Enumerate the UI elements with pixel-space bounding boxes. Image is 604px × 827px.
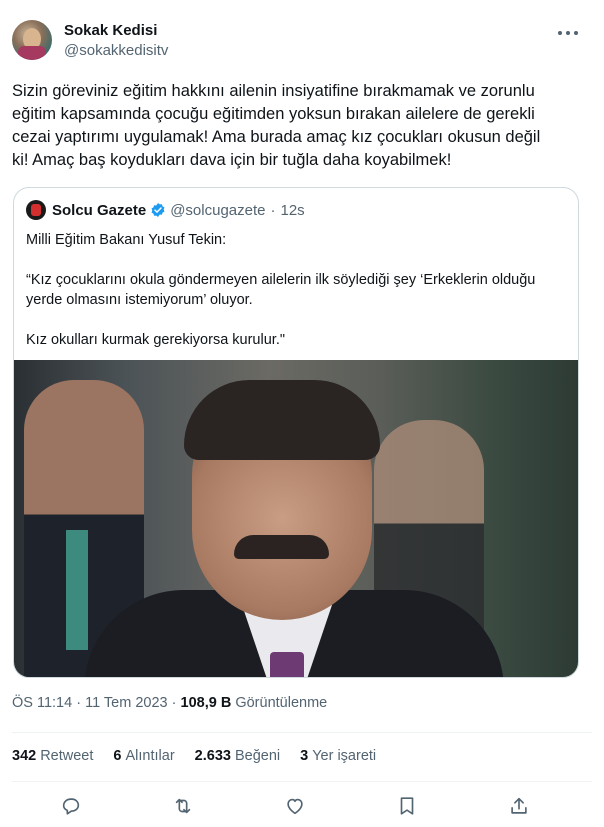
retweet-icon[interactable] (172, 795, 196, 819)
bookmarks-label: Yer işareti (312, 748, 377, 764)
tweet-meta: ÖS 11:14 · 11 Tem 2023 · 108,9 B Görüntü… (12, 695, 327, 711)
quote-author-handle[interactable]: @solcugazete (170, 202, 265, 219)
quote-photo[interactable] (14, 360, 578, 677)
quotes-count: 6 (113, 748, 122, 764)
bookmarks-stat[interactable]: 3 Yer işareti (300, 748, 376, 764)
likes-label: Beğeni (234, 748, 281, 764)
likes-count: 2.633 (194, 748, 231, 764)
retweets-stat[interactable]: 342 Retweet (12, 748, 93, 764)
quote-avatar[interactable] (26, 200, 46, 220)
photo-background-tie (66, 530, 88, 650)
tweet-time[interactable]: ÖS 11:14 (12, 695, 72, 711)
quotes-label: Alıntılar (125, 748, 175, 764)
more-icon[interactable] (558, 28, 578, 38)
views-count: 108,9 B (180, 695, 232, 711)
quote-separator: · (270, 201, 276, 219)
divider (12, 781, 592, 782)
photo-moustache (234, 535, 329, 559)
meta-separator: · (171, 695, 177, 711)
action-bar (12, 795, 592, 819)
quote-timestamp[interactable]: 12s (280, 202, 304, 219)
tweet-header: Sokak Kedisi @sokakkedisitv (12, 18, 592, 62)
quotes-stat[interactable]: 6 Alıntılar (113, 748, 174, 764)
quoted-tweet[interactable]: Solcu Gazete @solcugazete · 12s Milli Eğ… (13, 187, 579, 678)
quote-header: Solcu Gazete @solcugazete · 12s (26, 200, 305, 220)
bookmarks-count: 3 (300, 748, 309, 764)
retweets-label: Retweet (40, 748, 94, 764)
share-icon[interactable] (508, 795, 532, 819)
photo-tie (270, 652, 304, 677)
retweets-count: 342 (12, 748, 37, 764)
divider (12, 732, 592, 733)
author-name[interactable]: Sokak Kedisi (64, 22, 157, 39)
tweet-stats: 342 Retweet 6 Alıntılar 2.633 Beğeni 3 Yer i… (12, 748, 376, 764)
author-avatar[interactable] (12, 20, 52, 60)
verified-icon (151, 203, 165, 217)
tweet-text: Sizin göreviniz eğitim hakkını ailenin i… (12, 82, 541, 169)
quote-author-name[interactable]: Solcu Gazete (52, 202, 146, 219)
reply-icon[interactable] (60, 795, 84, 819)
like-icon[interactable] (284, 795, 308, 819)
quote-text: Milli Eğitim Bakanı Yusuf Tekin: “Kız ço… (26, 232, 536, 348)
author-handle[interactable]: @sokakkedisitv (64, 42, 168, 59)
views-label: Görüntülenme (235, 695, 328, 711)
bookmark-icon[interactable] (396, 795, 420, 819)
avatar-scarf (18, 46, 46, 60)
photo-hair (184, 380, 380, 460)
likes-stat[interactable]: 2.633 Beğeni (195, 748, 280, 764)
tweet-date[interactable]: 11 Tem 2023 (85, 695, 168, 711)
meta-separator: · (76, 695, 82, 711)
